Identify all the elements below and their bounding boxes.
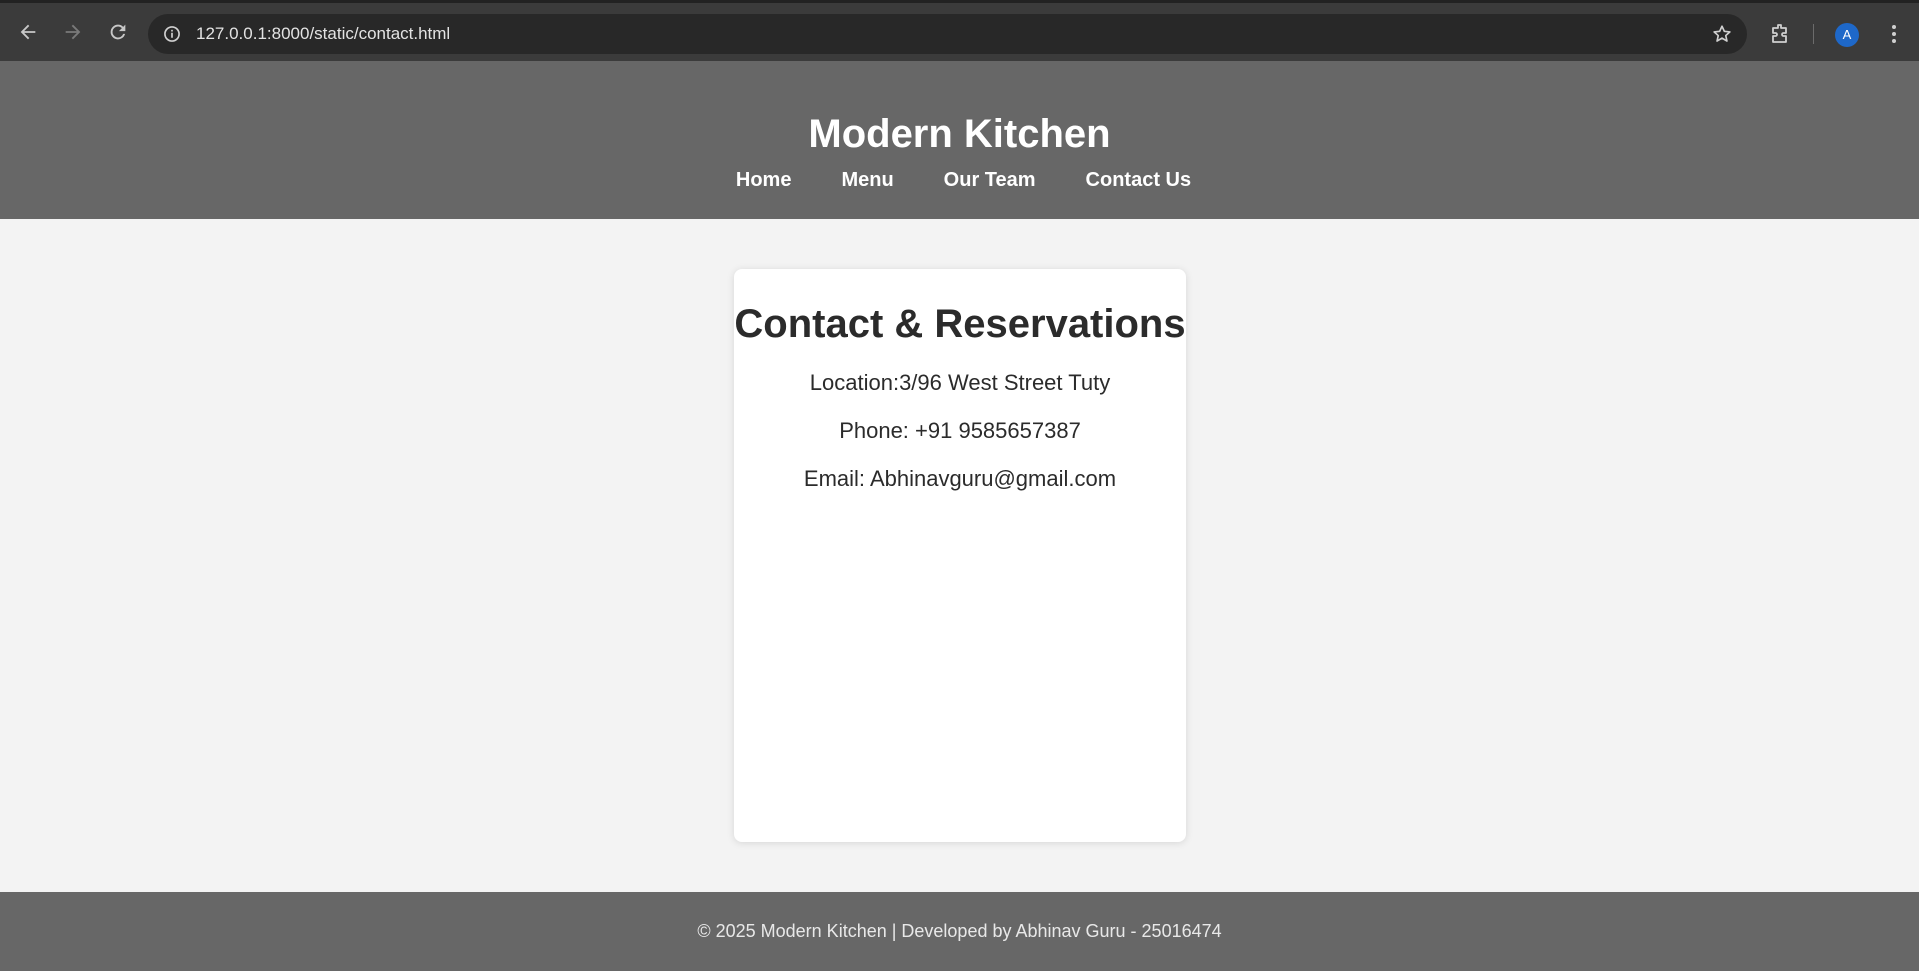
- contact-phone: Phone: +91 9585657387: [839, 418, 1081, 443]
- main-nav: Home Menu Our Team Contact Us: [4, 168, 1919, 192]
- browser-toolbar: 127.0.0.1:8000/static/contact.html A: [0, 0, 1919, 61]
- menu-kebab-icon[interactable]: [1882, 22, 1906, 46]
- footer-copyright: © 2025 Modern Kitchen | Developed by Abh…: [697, 921, 1222, 941]
- nav-contact-us[interactable]: Contact Us: [1086, 168, 1192, 192]
- url-text[interactable]: 127.0.0.1:8000/static/contact.html: [196, 14, 450, 54]
- contact-card: Contact & Reservations Location:3/96 Wes…: [734, 269, 1186, 842]
- contact-heading: Contact & Reservations: [734, 302, 1186, 346]
- site-info-icon[interactable]: [162, 24, 182, 44]
- contact-email: Email: Abhinavguru@gmail.com: [803, 466, 1117, 491]
- forward-button[interactable]: [60, 19, 86, 45]
- nav-home[interactable]: Home: [736, 168, 792, 192]
- reload-button[interactable]: [105, 19, 131, 45]
- site-footer: © 2025 Modern Kitchen | Developed by Abh…: [0, 892, 1919, 971]
- reload-icon: [110, 24, 126, 40]
- nav-our-team[interactable]: Our Team: [944, 168, 1036, 192]
- address-bar[interactable]: 127.0.0.1:8000/static/contact.html: [148, 14, 1747, 54]
- toolbar-divider: [1813, 24, 1814, 44]
- extensions-icon[interactable]: [1768, 22, 1792, 46]
- forward-icon: [65, 24, 81, 40]
- site-header: Modern Kitchen Home Menu Our Team Contac…: [0, 61, 1919, 219]
- contact-location: Location:3/96 West Street Tuty: [809, 370, 1111, 395]
- profile-avatar[interactable]: A: [1835, 23, 1859, 47]
- back-button[interactable]: [15, 19, 41, 45]
- bookmark-star-icon[interactable]: [1711, 23, 1733, 45]
- site-title: Modern Kitchen: [808, 112, 1111, 156]
- nav-menu[interactable]: Menu: [841, 168, 893, 192]
- back-icon: [20, 24, 36, 40]
